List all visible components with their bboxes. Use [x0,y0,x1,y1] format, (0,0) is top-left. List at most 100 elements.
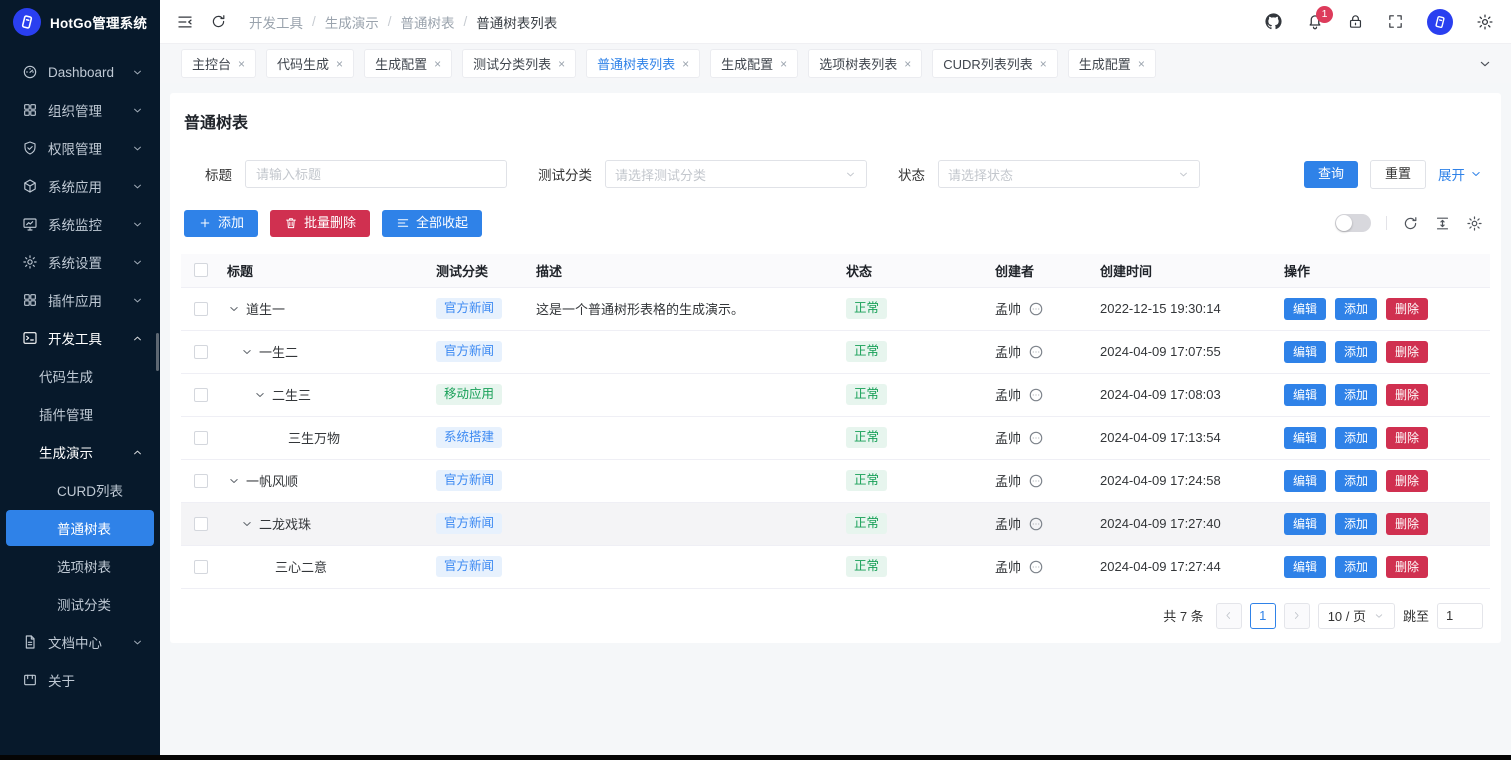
sidebar-item-system-settings[interactable]: 系统设置 [0,243,160,281]
page-size-select[interactable]: 10 / 页 [1318,603,1395,629]
edit-button[interactable]: 编辑 [1284,513,1326,535]
tab-7[interactable]: CUDR列表列表× [932,49,1058,78]
batch-delete-button[interactable]: 批量删除 [270,210,370,237]
add-child-button[interactable]: 添加 [1335,556,1377,578]
tab-6[interactable]: 选项树表列表× [808,49,922,78]
close-icon[interactable]: × [336,58,343,70]
row-checkbox[interactable] [194,474,208,488]
close-icon[interactable]: × [238,58,245,70]
category-filter-select[interactable]: 请选择测试分类 [605,160,867,188]
github-icon[interactable] [1264,12,1283,31]
table-row[interactable]: 道生一官方新闻这是一个普通树形表格的生成演示。正常孟帅2022-12-15 19… [181,288,1490,331]
edit-button[interactable]: 编辑 [1284,298,1326,320]
edit-button[interactable]: 编辑 [1284,470,1326,492]
sidebar-item-system-app[interactable]: 系统应用 [0,167,160,205]
close-icon[interactable]: × [1040,58,1047,70]
table-row[interactable]: 二生三移动应用正常孟帅2024-04-09 17:08:03编辑添加删除 [181,374,1490,417]
sidebar-item-plugin-management[interactable]: 插件管理 [0,395,160,433]
close-icon[interactable]: × [558,58,565,70]
sidebar-item-normal-tree[interactable]: 普通树表 [6,510,154,546]
close-icon[interactable]: × [1138,58,1145,70]
breadcrumb-item[interactable]: 普通树表 [401,12,455,32]
fullscreen-icon[interactable] [1387,13,1404,30]
close-icon[interactable]: × [434,58,441,70]
sidebar-item-about[interactable]: 关于 [0,661,160,699]
expand-filters-link[interactable]: 展开 [1438,164,1483,184]
edit-button[interactable]: 编辑 [1284,384,1326,406]
sidebar-item-doc-center[interactable]: 文档中心 [0,623,160,661]
add-button[interactable]: 添加 [184,210,258,237]
row-checkbox[interactable] [194,560,208,574]
delete-button[interactable]: 删除 [1386,341,1428,363]
sidebar-item-curd-list[interactable]: CURD列表 [0,471,160,509]
next-page-button[interactable] [1284,603,1310,629]
sidebar-item-org-management[interactable]: 组织管理 [0,91,160,129]
tab-5[interactable]: 生成配置× [710,49,798,78]
add-child-button[interactable]: 添加 [1335,384,1377,406]
select-all-checkbox[interactable] [194,263,208,277]
breadcrumb-item[interactable]: 开发工具 [249,12,303,32]
sidebar-item-permission[interactable]: 权限管理 [0,129,160,167]
edit-button[interactable]: 编辑 [1284,427,1326,449]
close-icon[interactable]: × [904,58,911,70]
row-checkbox[interactable] [194,345,208,359]
table-row[interactable]: 一帆风顺官方新闻正常孟帅2024-04-09 17:24:58编辑添加删除 [181,460,1490,503]
density-icon[interactable] [1434,215,1451,232]
tab-3[interactable]: 测试分类列表× [462,49,576,78]
app-logo[interactable]: HotGo管理系统 [0,0,160,44]
tabs-dropdown-button[interactable] [1477,56,1493,72]
collapse-all-button[interactable]: 全部收起 [382,210,482,237]
sidebar-item-plugin-app[interactable]: 插件应用 [0,281,160,319]
striped-toggle[interactable] [1335,214,1371,232]
add-child-button[interactable]: 添加 [1335,341,1377,363]
add-child-button[interactable]: 添加 [1335,470,1377,492]
table-row[interactable]: 一生二官方新闻正常孟帅2024-04-09 17:07:55编辑添加删除 [181,331,1490,374]
sidebar-item-option-tree[interactable]: 选项树表 [0,547,160,585]
tab-1[interactable]: 代码生成× [266,49,354,78]
delete-button[interactable]: 删除 [1386,513,1428,535]
reload-table-icon[interactable] [1402,215,1419,232]
sidebar-item-generate-demo[interactable]: 生成演示 [0,433,160,471]
add-child-button[interactable]: 添加 [1335,427,1377,449]
reset-button[interactable]: 重置 [1370,160,1426,189]
tab-2[interactable]: 生成配置× [364,49,452,78]
sidebar-scrollbar-thumb[interactable] [156,333,159,371]
sidebar-item-code-generation[interactable]: 代码生成 [0,357,160,395]
notifications-button[interactable]: 1 [1306,13,1324,31]
jump-to-input[interactable] [1437,603,1483,629]
settings-gear-icon[interactable] [1476,13,1494,31]
delete-button[interactable]: 删除 [1386,384,1428,406]
refresh-page-icon[interactable] [210,13,227,30]
sidebar-item-system-monitor[interactable]: 系统监控 [0,205,160,243]
tab-4[interactable]: 普通树表列表× [586,49,700,78]
breadcrumb-item[interactable]: 普通树表列表 [476,12,557,32]
tab-8[interactable]: 生成配置× [1068,49,1156,78]
sidebar-item-dashboard[interactable]: Dashboard [0,53,160,91]
breadcrumb-item[interactable]: 生成演示 [325,12,379,32]
close-icon[interactable]: × [682,58,689,70]
add-child-button[interactable]: 添加 [1335,513,1377,535]
row-checkbox[interactable] [194,517,208,531]
lock-screen-icon[interactable] [1347,13,1364,30]
title-filter-input[interactable] [245,160,507,188]
menu-collapse-icon[interactable] [176,13,194,31]
delete-button[interactable]: 删除 [1386,427,1428,449]
sidebar-item-dev-tools[interactable]: 开发工具 [0,319,160,357]
table-row[interactable]: 二龙戏珠官方新闻正常孟帅2024-04-09 17:27:40编辑添加删除 [181,503,1490,546]
current-page-button[interactable]: 1 [1250,603,1276,629]
column-settings-icon[interactable] [1466,215,1483,232]
edit-button[interactable]: 编辑 [1284,341,1326,363]
prev-page-button[interactable] [1216,603,1242,629]
delete-button[interactable]: 删除 [1386,298,1428,320]
user-avatar[interactable] [1427,9,1453,35]
row-checkbox[interactable] [194,431,208,445]
status-filter-select[interactable]: 请选择状态 [938,160,1200,188]
search-button[interactable]: 查询 [1304,161,1358,188]
edit-button[interactable]: 编辑 [1284,556,1326,578]
sidebar-item-test-category[interactable]: 测试分类 [0,585,160,623]
tab-0[interactable]: 主控台× [181,49,256,78]
close-icon[interactable]: × [780,58,787,70]
add-child-button[interactable]: 添加 [1335,298,1377,320]
row-checkbox[interactable] [194,302,208,316]
row-checkbox[interactable] [194,388,208,402]
